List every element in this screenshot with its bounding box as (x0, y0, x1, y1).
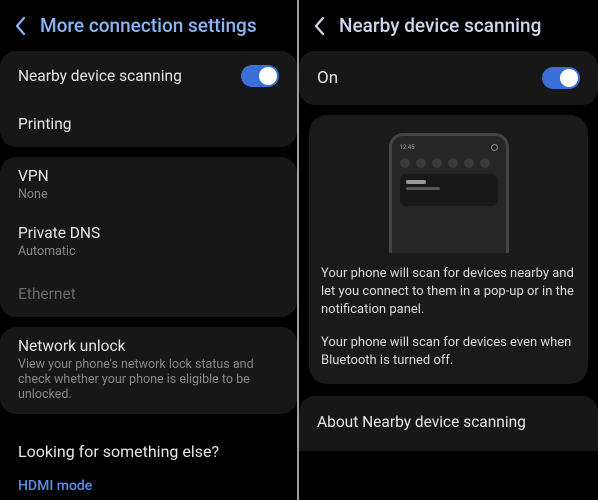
description-text-1: Your phone will scan for devices nearby … (321, 265, 576, 320)
section-on-toggle: On (299, 51, 598, 105)
vpn-sub: None (18, 187, 279, 202)
mock-line (406, 180, 426, 184)
page-title: More connection settings (40, 14, 257, 37)
private-dns-sub: Automatic (18, 244, 279, 259)
screenshot-container: More connection settings Nearby device s… (0, 0, 598, 500)
looking-for-heading: Looking for something else? (0, 424, 297, 469)
network-unlock-row[interactable]: Network unlock View your phone's network… (0, 327, 297, 414)
mock-status-bar: 12:45 (400, 142, 498, 152)
ethernet-row: Ethernet (0, 271, 297, 317)
description-card: 12:45 Your phone will scan for devices n… (309, 115, 588, 384)
on-label: On (317, 68, 338, 88)
mock-dot (432, 158, 442, 168)
ethernet-label: Ethernet (18, 285, 76, 303)
hdmi-mode-link: HDMI mode (18, 478, 92, 494)
mock-dot (448, 158, 458, 168)
back-icon[interactable] (309, 15, 331, 37)
mock-quick-settings (400, 158, 498, 168)
gear-icon (491, 144, 498, 151)
mock-notification (400, 174, 498, 206)
vpn-label: VPN (18, 167, 279, 185)
on-row[interactable]: On (299, 51, 598, 105)
mock-dot (464, 158, 474, 168)
toggle-knob (259, 67, 277, 85)
mock-dot (480, 158, 490, 168)
nearby-toggle[interactable] (241, 65, 279, 87)
feature-toggle[interactable] (542, 67, 580, 89)
header: More connection settings (0, 0, 297, 51)
header: Nearby device scanning (299, 0, 598, 51)
mock-line (406, 187, 440, 190)
vpn-row[interactable]: VPN None (0, 157, 297, 214)
hdmi-mode-row[interactable]: HDMI mode (0, 469, 297, 500)
private-dns-label: Private DNS (18, 224, 279, 242)
network-unlock-label: Network unlock (18, 337, 279, 355)
nearby-device-scanning-row[interactable]: Nearby device scanning (0, 51, 297, 101)
section-network-unlock: Network unlock View your phone's network… (0, 327, 297, 414)
section-nearby-printing: Nearby device scanning Printing (0, 51, 297, 147)
page-title: Nearby device scanning (339, 14, 541, 37)
about-label: About Nearby device scanning (317, 413, 526, 431)
toggle-knob (560, 69, 578, 87)
private-dns-row[interactable]: Private DNS Automatic (0, 214, 297, 271)
description-text-2: Your phone will scan for devices even wh… (321, 334, 576, 370)
mock-dot (400, 158, 410, 168)
more-connection-settings-screen: More connection settings Nearby device s… (0, 0, 297, 500)
mock-dot (416, 158, 426, 168)
nearby-label: Nearby device scanning (18, 67, 182, 85)
about-row[interactable]: About Nearby device scanning (299, 396, 598, 451)
printing-row[interactable]: Printing (0, 101, 297, 147)
nearby-device-scanning-screen: Nearby device scanning On 12:45 (299, 0, 598, 500)
printing-label: Printing (18, 115, 71, 133)
section-network: VPN None Private DNS Automatic Ethernet (0, 157, 297, 317)
phone-illustration: 12:45 (389, 133, 509, 253)
back-icon[interactable] (10, 15, 32, 37)
mock-time: 12:45 (400, 144, 415, 151)
network-unlock-sub: View your phone's network lock status an… (18, 357, 279, 402)
